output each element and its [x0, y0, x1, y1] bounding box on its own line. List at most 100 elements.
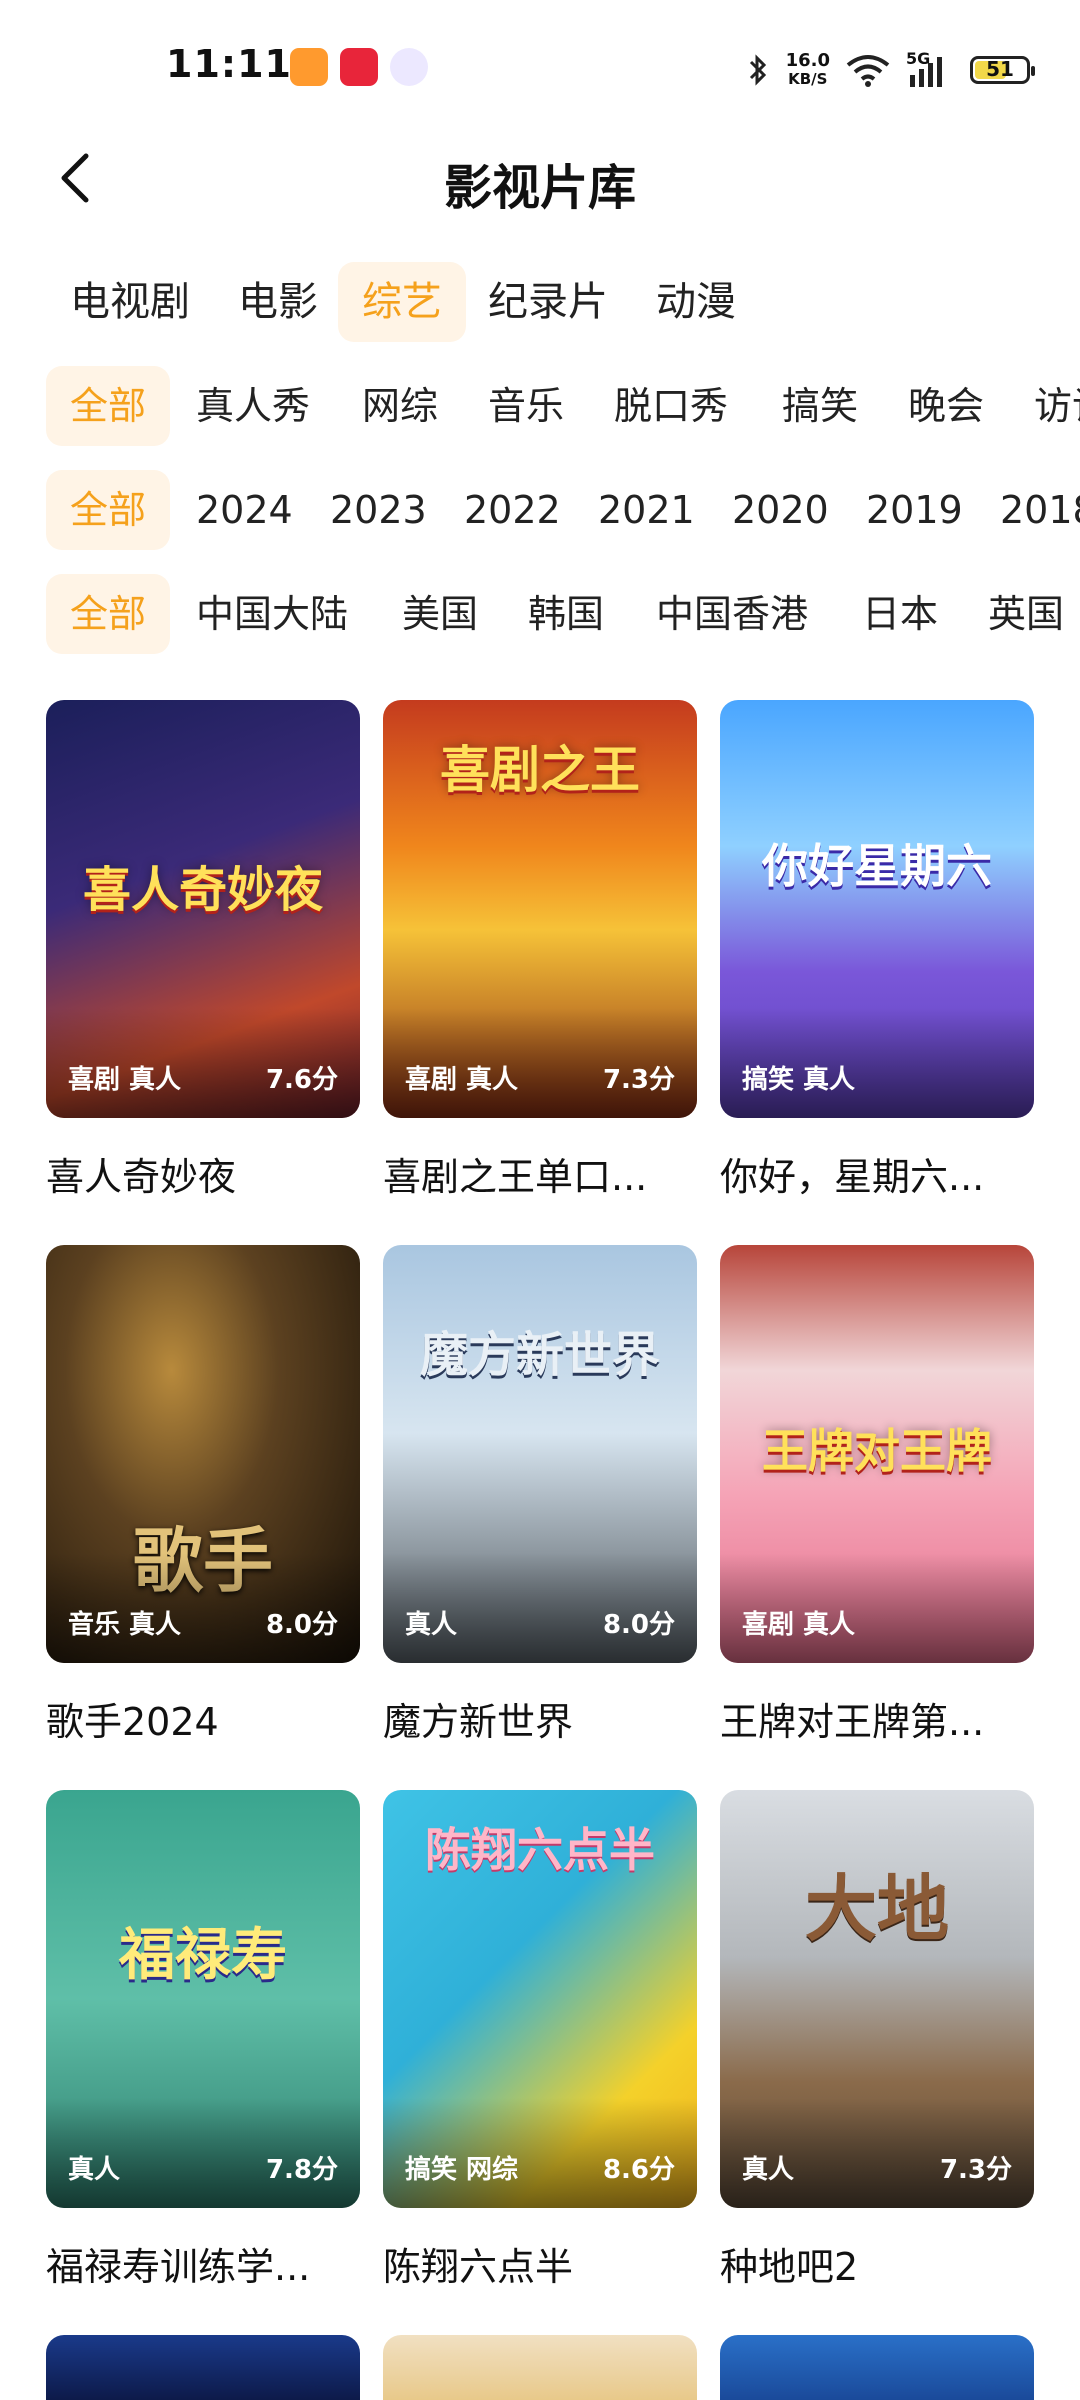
show-poster[interactable] — [46, 2335, 360, 2400]
year-chip[interactable]: 2022 — [440, 470, 585, 550]
tab-documentary[interactable]: 纪录片 — [464, 262, 632, 342]
tab-anime[interactable]: 动漫 — [632, 262, 760, 342]
show-poster[interactable]: 魔方新世界 真人 8.0分 — [383, 1245, 697, 1663]
genre-chip[interactable]: 真人秀 — [172, 366, 334, 446]
poster-title-text: 喜剧之王 — [440, 741, 640, 799]
show-poster[interactable]: 王牌对王牌 喜剧 真人 — [720, 1245, 1034, 1663]
show-card[interactable]: 你好星期六 搞笑 真人 你好，星期六... — [720, 700, 1034, 1201]
network-speed: 16.0 KB/S — [785, 50, 830, 89]
show-score: 8.6分 — [602, 2155, 675, 2185]
year-chip[interactable]: 2019 — [842, 470, 987, 550]
show-title[interactable]: 魔方新世界 — [383, 1691, 697, 1746]
show-card[interactable] — [720, 2335, 1034, 2400]
poster-title-text: 大地 — [804, 1867, 949, 1951]
page-title: 影视片库 — [443, 160, 636, 216]
region-chip[interactable]: 韩国 — [504, 574, 628, 654]
region-chip[interactable]: 日本 — [838, 574, 962, 654]
show-title[interactable]: 你好，星期六... — [720, 1146, 1034, 1201]
show-tags: 音乐 真人 — [68, 1610, 182, 1640]
show-poster[interactable]: 喜人奇妙夜 喜剧 真人 7.6分 — [46, 700, 360, 1118]
cellular-signal-icon: 5G — [906, 49, 954, 87]
region-chip[interactable]: 中国香港 — [632, 574, 832, 654]
show-card[interactable]: 大地 真人 7.3分 种地吧2 — [720, 1790, 1034, 2291]
year-chip[interactable]: 2021 — [574, 470, 719, 550]
show-tags: 搞笑 真人 — [742, 1065, 856, 1095]
show-poster[interactable]: 你好星期六 搞笑 真人 — [720, 700, 1034, 1118]
poster-title-text: 魔方新世界 — [419, 1327, 660, 1383]
battery-icon: 51 — [970, 56, 1035, 84]
bluetooth-icon — [749, 54, 766, 86]
app-notification-icon — [290, 48, 328, 86]
show-title[interactable]: 喜剧之王单口... — [383, 1146, 697, 1201]
show-card[interactable]: 王牌对王牌 喜剧 真人 王牌对王牌第... — [720, 1245, 1034, 1746]
show-poster[interactable]: 福禄寿 真人 7.8分 — [46, 1790, 360, 2208]
genre-chip[interactable]: 晚会 — [884, 366, 1008, 446]
genre-chip[interactable]: 网综 — [338, 366, 462, 446]
show-card[interactable] — [46, 2335, 360, 2400]
year-filter-row: 全部 2024 2023 2022 2021 2020 2019 2018 — [0, 470, 1080, 554]
show-card[interactable]: 福禄寿 真人 7.8分 福禄寿训练学... — [46, 1790, 360, 2291]
redbook-notification-icon — [340, 48, 378, 86]
page-header: 影视片库 — [0, 130, 1080, 230]
wifi-icon — [846, 55, 890, 87]
genre-filter-row: 全部 真人秀 网综 音乐 脱口秀 搞笑 晚会 访谈 — [0, 366, 1080, 450]
year-all[interactable]: 全部 — [46, 470, 171, 550]
show-card[interactable]: 魔方新世界 真人 8.0分 魔方新世界 — [383, 1245, 697, 1746]
show-card[interactable]: 喜剧之王 喜剧 真人 7.3分 喜剧之王单口... — [383, 700, 697, 1201]
show-poster[interactable] — [720, 2335, 1034, 2400]
tab-variety[interactable]: 综艺 — [338, 262, 466, 342]
genre-chip[interactable]: 访谈 — [1010, 366, 1080, 446]
show-score: 7.6分 — [265, 1065, 338, 1095]
show-card[interactable] — [383, 2335, 697, 2400]
region-chip[interactable]: 中国大陆 — [172, 574, 372, 654]
poster-title-text: 福禄寿 — [119, 1923, 287, 1988]
genre-all[interactable]: 全部 — [46, 366, 171, 446]
show-title[interactable]: 福禄寿训练学... — [46, 2236, 360, 2291]
show-poster[interactable]: 歌手 音乐 真人 8.0分 — [46, 1245, 360, 1663]
year-chip[interactable]: 2023 — [306, 470, 451, 550]
genre-chip[interactable]: 搞笑 — [758, 366, 882, 446]
show-title[interactable]: 喜人奇妙夜 — [46, 1146, 360, 1201]
poster-title-text: 你好星期六 — [762, 839, 992, 893]
show-tags: 喜剧 真人 — [742, 1610, 856, 1640]
show-card[interactable]: 陈翔六点半 搞笑 网综 8.6分 陈翔六点半 — [383, 1790, 697, 2291]
tab-tv[interactable]: 电视剧 — [46, 262, 214, 342]
status-bar: 11:11 16.0 KB/S 5G 51 — [0, 0, 1080, 140]
show-title[interactable]: 陈翔六点半 — [383, 2236, 697, 2291]
show-title[interactable]: 歌手2024 — [46, 1691, 360, 1746]
show-card[interactable]: 喜人奇妙夜 喜剧 真人 7.6分 喜人奇妙夜 — [46, 700, 360, 1201]
show-score: 7.8分 — [265, 2155, 338, 2185]
poster-title-text: 陈翔六点半 — [425, 1823, 655, 1877]
region-chip[interactable]: 美国 — [378, 574, 502, 654]
category-tabs: 电视剧 电影 综艺 纪录片 动漫 — [0, 262, 1080, 346]
poster-title-text: 喜人奇妙夜 — [82, 862, 323, 918]
tab-movie[interactable]: 电影 — [214, 262, 342, 342]
region-filter-row: 全部 中国大陆 美国 韩国 中国香港 日本 英国 — [0, 574, 1080, 658]
year-chip[interactable]: 2020 — [708, 470, 853, 550]
year-chip[interactable]: 2018 — [976, 470, 1080, 550]
year-chip[interactable]: 2024 — [172, 470, 317, 550]
show-title[interactable]: 王牌对王牌第... — [720, 1691, 1034, 1746]
show-tags: 搞笑 网综 — [405, 2155, 519, 2185]
status-indicators: 16.0 KB/S 5G 51 — [746, 40, 1035, 100]
app-notification-icon-2 — [390, 48, 428, 86]
region-chip[interactable]: 英国 — [964, 574, 1080, 654]
show-poster[interactable]: 陈翔六点半 搞笑 网综 8.6分 — [383, 1790, 697, 2208]
show-card[interactable]: 歌手 音乐 真人 8.0分 歌手2024 — [46, 1245, 360, 1746]
show-tags: 喜剧 真人 — [405, 1065, 519, 1095]
show-poster[interactable]: 大地 真人 7.3分 — [720, 1790, 1034, 2208]
show-score: 8.0分 — [602, 1610, 675, 1640]
show-title[interactable]: 种地吧2 — [720, 2236, 1034, 2291]
show-tags: 真人 — [68, 2155, 121, 2185]
show-score: 7.3分 — [602, 1065, 675, 1095]
show-poster[interactable] — [383, 2335, 697, 2400]
show-tags: 喜剧 真人 — [68, 1065, 182, 1095]
poster-title-text: 王牌对王牌 — [762, 1424, 992, 1478]
show-tags: 真人 — [405, 1610, 458, 1640]
genre-chip[interactable]: 音乐 — [464, 366, 588, 446]
show-score: 8.0分 — [265, 1610, 338, 1640]
region-all[interactable]: 全部 — [46, 574, 171, 654]
show-poster[interactable]: 喜剧之王 喜剧 真人 7.3分 — [383, 700, 697, 1118]
genre-chip[interactable]: 脱口秀 — [590, 366, 752, 446]
show-tags: 真人 — [742, 2155, 795, 2185]
